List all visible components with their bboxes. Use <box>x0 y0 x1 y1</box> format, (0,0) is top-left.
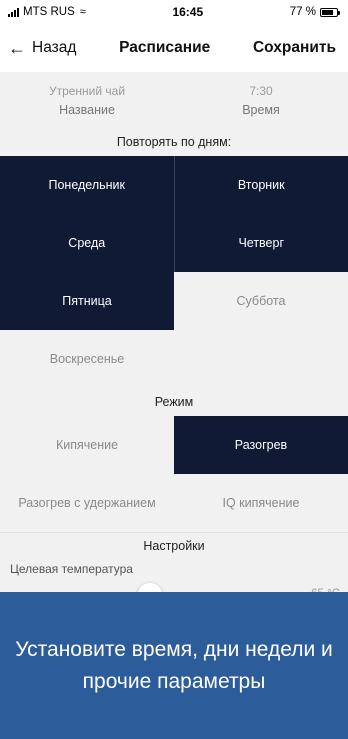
day-wednesday[interactable]: Среда <box>0 214 175 272</box>
mode-heat[interactable]: Разогрев <box>174 416 348 474</box>
mode-iq-boil[interactable]: IQ кипячение <box>174 474 348 532</box>
status-bar: MTS RUS ≈ 16:45 77 % <box>0 0 348 24</box>
modes-row: Разогрев с удержанием IQ кипячение <box>0 474 348 532</box>
caption-banner: Установите время, дни недели и прочие па… <box>0 592 348 739</box>
target-temp-label: Целевая температура <box>10 562 133 576</box>
time-field[interactable]: 7:30 Время <box>174 72 348 128</box>
carrier-name: MTS RUS <box>23 6 75 18</box>
name-value: Утренний чай <box>48 83 126 98</box>
status-time: 16:45 <box>172 5 204 19</box>
page-title: Расписание <box>119 39 211 56</box>
name-label: Название <box>59 102 115 117</box>
empty-cell <box>174 330 348 388</box>
day-saturday[interactable]: Суббота <box>174 272 348 330</box>
days-row: Среда Четверг <box>0 214 348 272</box>
name-field[interactable]: Утренний чай Название <box>0 72 174 128</box>
battery-icon <box>320 7 340 17</box>
time-label: Время <box>242 102 280 117</box>
day-tuesday[interactable]: Вторник <box>174 156 348 214</box>
days-row: Воскресенье <box>0 330 348 388</box>
day-monday[interactable]: Понедельник <box>0 156 175 214</box>
settings-title: Настройки <box>0 532 348 559</box>
mode-boil[interactable]: Кипячение <box>0 416 174 474</box>
schedule-form: Утренний чай Название 7:30 Время Повторя… <box>0 72 348 609</box>
signal-bars-icon <box>8 7 19 17</box>
days-row: Понедельник Вторник <box>0 156 348 214</box>
day-sunday[interactable]: Воскресенье <box>0 330 174 388</box>
back-label: Назад <box>32 39 77 56</box>
day-thursday[interactable]: Четверг <box>174 214 348 272</box>
back-button[interactable]: ← Назад <box>8 38 76 59</box>
name-time-row: Утренний чай Название 7:30 Время <box>0 72 348 128</box>
repeat-days-title: Повторять по дням: <box>116 135 232 149</box>
status-right: 77 % <box>289 6 340 18</box>
wifi-icon: ≈ <box>79 6 86 18</box>
arrow-left-icon: ← <box>8 37 26 58</box>
modes-row: Кипячение Разогрев <box>0 416 348 474</box>
nav-bar: ← Назад Расписание Сохранить <box>0 24 348 72</box>
time-value: 7:30 <box>249 83 273 98</box>
battery-percent: 77 % <box>289 6 316 18</box>
mode-heat-hold[interactable]: Разогрев с удержанием <box>0 474 174 532</box>
save-button[interactable]: Сохранить <box>253 39 336 57</box>
day-friday[interactable]: Пятница <box>0 272 174 330</box>
caption-text: Установите время, дни недели и прочие па… <box>15 637 333 693</box>
mode-title: Режим <box>154 395 194 409</box>
status-left: MTS RUS ≈ <box>8 6 86 18</box>
days-row: Пятница Суббота <box>0 272 348 330</box>
